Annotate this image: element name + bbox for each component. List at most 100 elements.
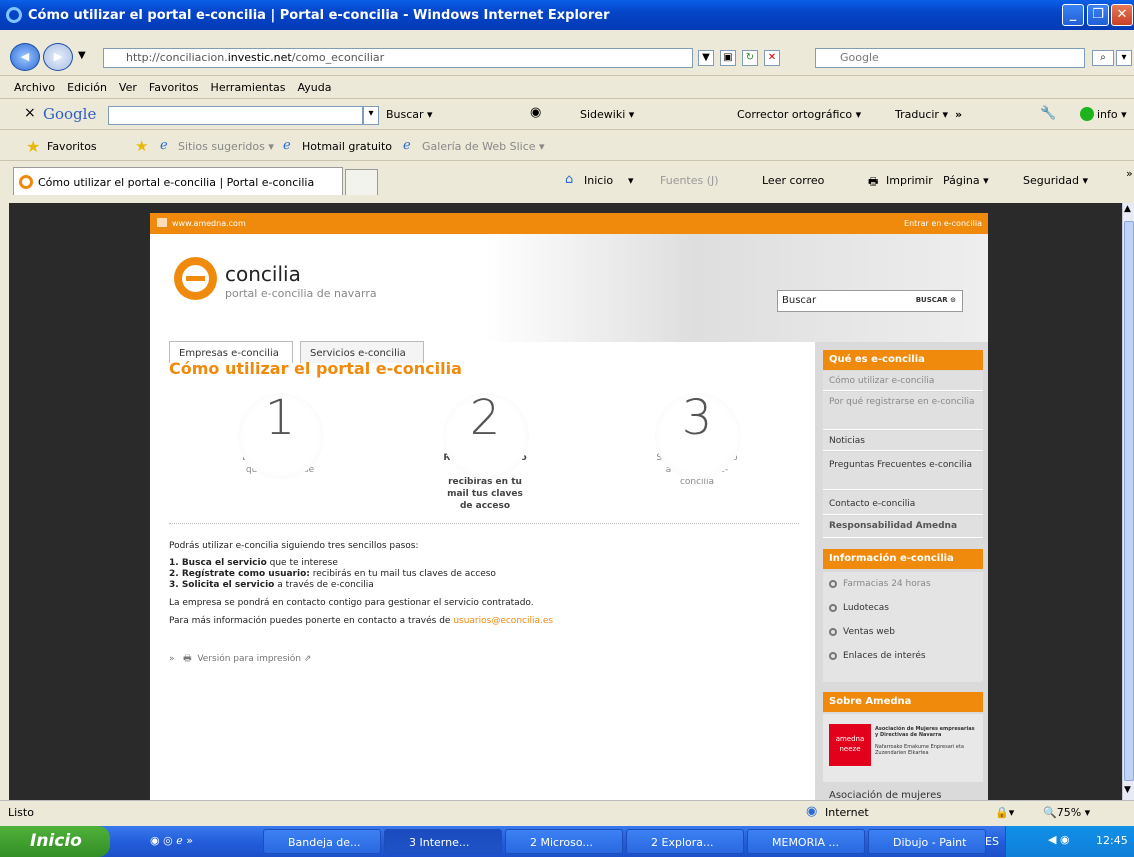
scroll-thumb[interactable] (1124, 221, 1134, 781)
home-icon[interactable]: ⌂ (565, 172, 573, 187)
menu-favoritos[interactable]: Favoritos (149, 81, 199, 94)
address-input[interactable]: http://conciliacion.investic.net/como_ec… (103, 48, 693, 68)
page-menu-button[interactable]: Página ▾ (943, 174, 989, 187)
read-mail-button[interactable]: Leer correo (762, 174, 824, 187)
zone-text: Internet (825, 806, 869, 819)
sidebar-item-noticias[interactable]: Noticias (823, 431, 983, 451)
site-search-input[interactable]: Buscar (782, 295, 816, 306)
info-item-enlaces[interactable]: Enlaces de interés (829, 644, 977, 668)
language-indicator[interactable]: ES (985, 835, 999, 848)
tray-icons[interactable]: ◀ ◉ (1048, 833, 1070, 846)
quicklaunch-icons[interactable]: ◉ ◎ ℯ » (150, 834, 193, 847)
contact-text: La empresa se pondrá en contacto contigo… (169, 598, 534, 608)
sidewiki-button[interactable]: Sidewiki ▾ (580, 108, 634, 121)
info-item-ludotecas[interactable]: Ludotecas (829, 596, 977, 620)
site-search-button[interactable]: BUSCAR ⊙ (916, 296, 956, 304)
corrector-button[interactable]: Corrector ortográfico ▾ (737, 108, 861, 121)
hotmail-link[interactable]: Hotmail gratuito (302, 140, 392, 153)
zoom-button[interactable]: 🔍75% ▾ (1043, 806, 1090, 819)
traducir-button[interactable]: Traducir ▾ (895, 108, 948, 121)
info-item-ventas[interactable]: Ventas web (829, 620, 977, 644)
step-line-2: 2. Regístrate como usuario: recibirás en… (169, 569, 496, 580)
home-dropdown-icon[interactable]: ▾ (628, 174, 634, 187)
info-button[interactable]: info ▾ (1097, 108, 1127, 121)
close-button[interactable]: ✕ (1111, 4, 1133, 26)
google-search-dropdown-icon[interactable]: ▾ (363, 106, 379, 125)
step-3: 3 Solicita el servicio a través de e-con… (627, 390, 767, 488)
minimize-button[interactable]: _ (1062, 4, 1084, 26)
home-button[interactable]: Inicio (584, 174, 613, 187)
email-link[interactable]: usuarios@econcilia.es (453, 616, 553, 626)
print-button[interactable]: Imprimir (886, 174, 933, 187)
sidebar-item-responsabilidad[interactable]: Responsabilidad Amedna (823, 516, 983, 538)
google-search-input[interactable] (108, 106, 363, 125)
taskbar-button-explorer[interactable]: 2 Explora... (626, 829, 744, 854)
refresh-icon[interactable]: ↻ (742, 50, 758, 66)
forward-button[interactable]: ▶ (43, 43, 73, 71)
amedna-name-eu: Nafarroako Emakume Enpresari eta Zuzenda… (875, 744, 964, 756)
step-line-3: 3. Solicita el servicio a través de e-co… (169, 580, 374, 591)
info-item-farmacias[interactable]: Farmacias 24 horas (829, 572, 977, 596)
protected-mode-icon[interactable]: 🔒▾ (995, 806, 1014, 819)
toolbar-more-button[interactable]: » (955, 108, 962, 121)
search-go-icon[interactable]: ⌕ (1092, 50, 1114, 66)
stop-icon[interactable]: ✕ (764, 50, 780, 66)
sidebar-item-preguntas[interactable]: Preguntas Frecuentes e-concilia (823, 452, 983, 490)
step-number: 1 (264, 390, 296, 446)
taskbar-button-paint[interactable]: Dibujo - Paint (868, 829, 986, 854)
history-dropdown-icon[interactable]: ▼ (78, 50, 86, 61)
close-toolbar-icon[interactable]: × (24, 105, 36, 121)
print-version-link[interactable]: Versión para impresión (197, 654, 301, 664)
commands-more-button[interactable]: » (1126, 167, 1133, 180)
taskbar-button-word[interactable]: 2 Microso... (505, 829, 623, 854)
new-tab-button[interactable] (345, 169, 378, 195)
add-favorite-icon[interactable]: ★ (135, 137, 148, 155)
sitios-sugeridos-button[interactable]: Sitios sugeridos ▾ (178, 140, 274, 153)
browser-viewport: www.amedna.com Entrar en e-concilia conc… (9, 203, 1122, 800)
step-number: 2 (469, 390, 501, 446)
sidebar-item-por-que[interactable]: Por qué registrarse en e-concilia (823, 392, 983, 430)
clock[interactable]: 12:45 (1096, 834, 1128, 847)
galeria-button[interactable]: Galería de Web Slice ▾ (422, 140, 545, 153)
address-dropdown-icon[interactable]: ▼ (698, 50, 714, 66)
globe-icon[interactable]: ◉ (530, 105, 541, 120)
google-buscar-button[interactable]: Buscar ▾ (386, 108, 433, 121)
start-button[interactable]: Inicio (0, 826, 110, 857)
address-toolbar: ◀ ▶ ▼ http://conciliacion.investic.net/c… (0, 36, 1134, 76)
back-button[interactable]: ◀ (10, 43, 40, 71)
feeds-button[interactable]: Fuentes (J) (660, 174, 719, 187)
menu-archivo[interactable]: Archivo (14, 81, 55, 94)
amedna-link[interactable]: www.amedna.com (172, 219, 246, 228)
info-list: Farmacias 24 horas Ludotecas Ventas web … (823, 572, 983, 682)
econcilia-logo[interactable] (174, 257, 217, 300)
sidebar-item-como-utilizar[interactable]: Cómo utilizar e-concilia (823, 371, 983, 391)
security-menu-button[interactable]: Seguridad ▾ (1023, 174, 1088, 187)
taskbar-button-ie[interactable]: 3 Interne... (384, 829, 502, 854)
system-tray: ◀ ◉ 12:45 (1005, 826, 1134, 857)
wrench-icon[interactable]: 🔧 (1040, 106, 1056, 121)
amedna-logo: amedna neeze (829, 724, 871, 766)
divider (169, 523, 799, 524)
taskbar-button-memoria[interactable]: MEMORIA ... (747, 829, 865, 854)
maximize-button[interactable]: ❐ (1087, 4, 1109, 26)
info-item-label: Enlaces de interés (843, 651, 926, 661)
taskbar-button-bandeja[interactable]: Bandeja de... (263, 829, 381, 854)
search-options-icon[interactable]: ▾ (1116, 50, 1132, 66)
tab-active[interactable]: Cómo utilizar el portal e-concilia | Por… (13, 167, 343, 195)
window-titlebar[interactable]: Cómo utilizar el portal e-concilia | Por… (0, 0, 1134, 30)
compat-view-icon[interactable]: ▣ (720, 50, 736, 66)
vertical-scrollbar[interactable]: ▲ ▼ (1122, 203, 1134, 800)
amedna-box[interactable]: amedna neeze Asociación de Mujeres empre… (823, 714, 983, 782)
menu-ayuda[interactable]: Ayuda (297, 81, 331, 94)
scroll-down-icon[interactable]: ▼ (1124, 785, 1131, 795)
menu-edicion[interactable]: Edición (67, 81, 107, 94)
search-box[interactable]: Google (815, 48, 1085, 68)
scroll-up-icon[interactable]: ▲ (1124, 204, 1131, 214)
step-line-rest: recibirás en tu mail tus claves de acces… (309, 569, 496, 579)
sidebar-item-contacto[interactable]: Contacto e-concilia (823, 491, 983, 515)
favorites-button[interactable]: Favoritos (47, 140, 97, 153)
menu-ver[interactable]: Ver (119, 81, 137, 94)
enter-link[interactable]: Entrar en e-concilia (904, 219, 982, 228)
menu-herramientas[interactable]: Herramientas (211, 81, 286, 94)
bullet-icon (829, 651, 837, 660)
